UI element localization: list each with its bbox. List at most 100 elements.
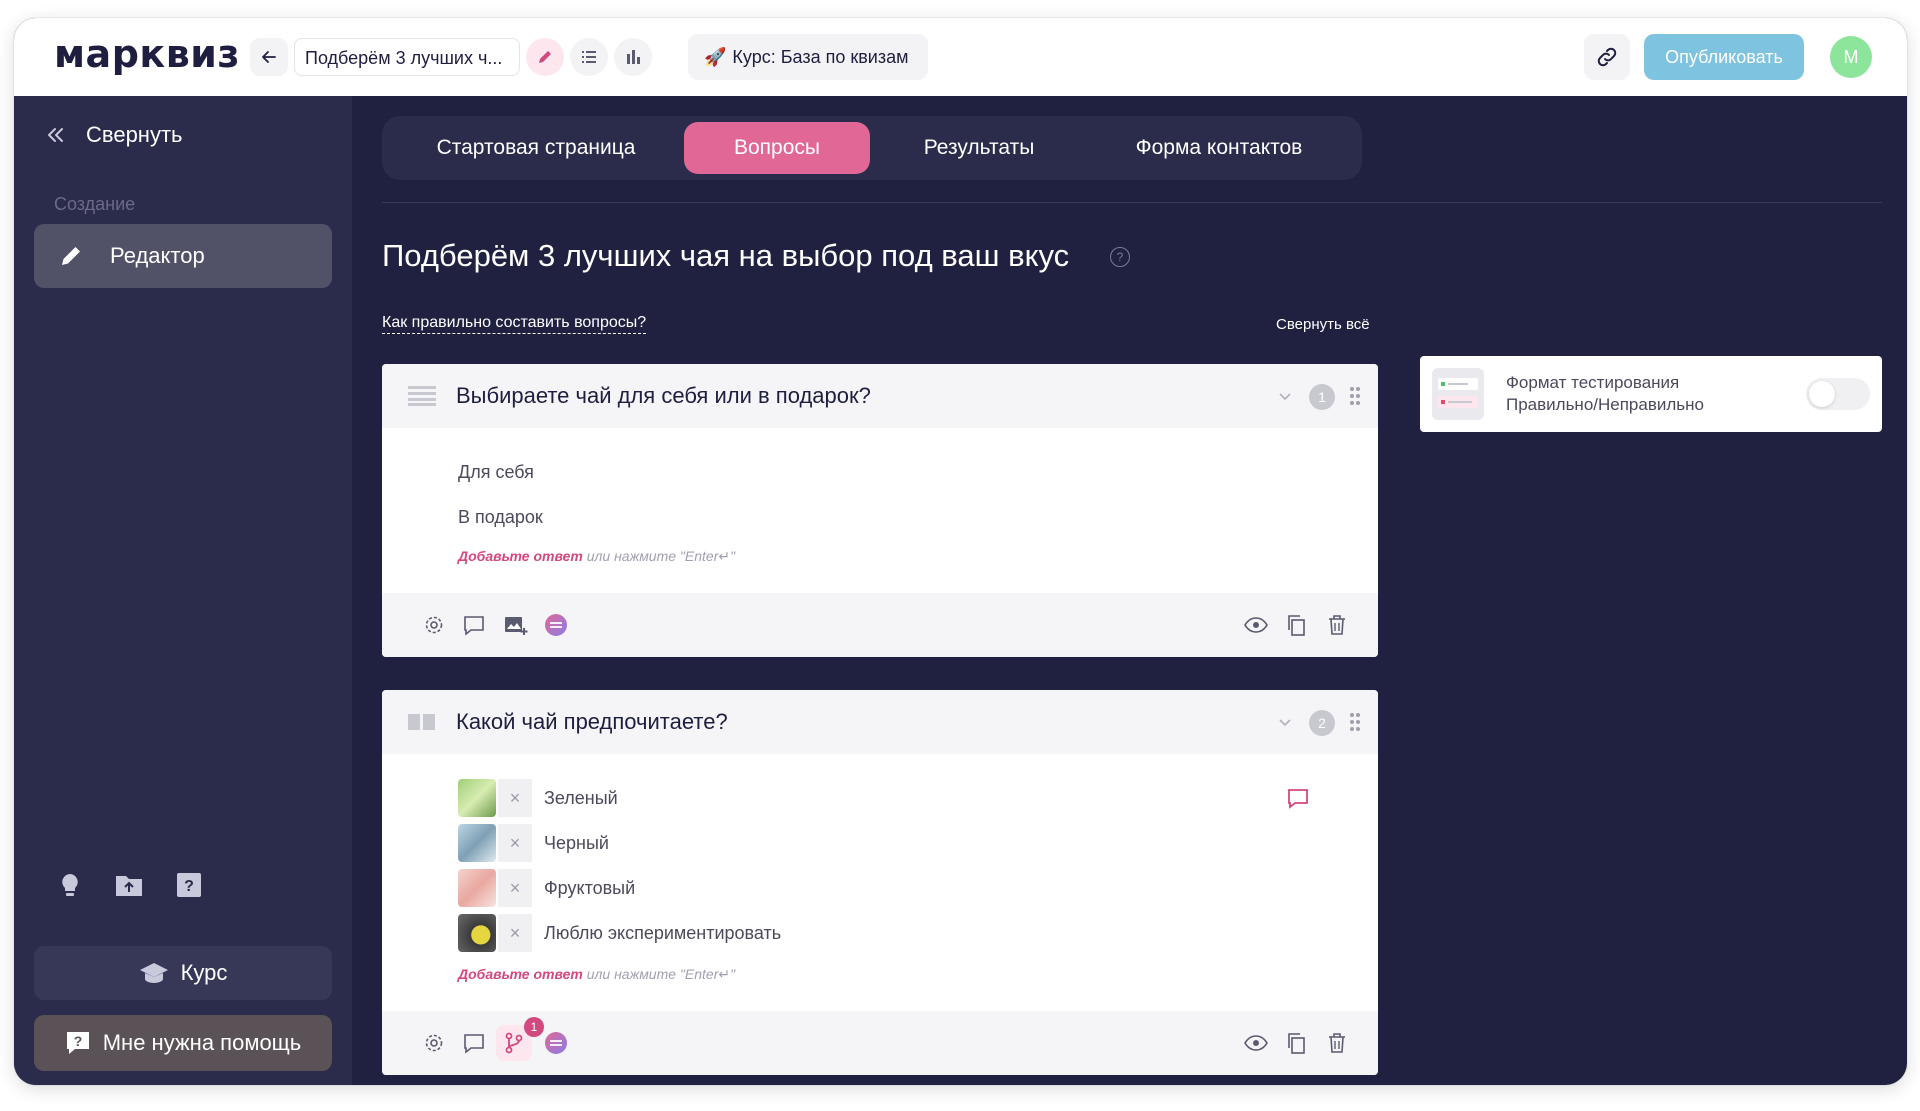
graduation-cap-icon [139,963,168,983]
statistics-button[interactable] [614,38,652,76]
question-title[interactable]: Какой чай предпочитаете? [456,709,728,735]
edit-mode-button[interactable] [526,38,564,76]
answer-label[interactable]: Люблю экспериментировать [544,923,781,944]
comment-icon[interactable] [462,613,486,637]
image-answer-option[interactable]: × Черный [458,824,609,862]
howto-link[interactable]: Как правильно составить вопросы? [382,314,647,334]
question-number: 1 [1309,384,1335,410]
chevron-down-icon[interactable] [1277,388,1293,404]
collapse-all-button[interactable]: Свернуть всё [1276,316,1370,333]
tab-contact-form[interactable]: Форма контактов [1088,122,1350,174]
answer-thumbnail[interactable] [458,869,496,907]
sidebar: Свернуть Создание Редактор ? Курс ? Мне … [14,96,352,1085]
add-answer-line[interactable]: Добавьте ответ или нажмите "Enter↵" [458,966,735,983]
testing-format-title: Формат тестирования [1506,373,1680,392]
answer-option[interactable]: Для себя [458,462,534,483]
settings-icon[interactable] [422,1031,446,1055]
divider [382,202,1882,203]
remove-image-icon[interactable]: × [498,824,532,862]
help-button-label: Мне нужна помощь [102,1030,302,1055]
testing-format-toggle[interactable] [1806,378,1870,410]
course-chip[interactable]: 🚀 Курс: База по квизам [688,34,928,80]
link-icon [1597,47,1617,67]
answer-thumbnail[interactable] [458,779,496,817]
page-title[interactable]: Подберём 3 лучших чая на выбор под ваш в… [382,238,1069,274]
publish-button[interactable]: Опубликовать [1644,34,1804,80]
help-icon[interactable]: ? [1110,247,1130,267]
question-header[interactable]: Какой чай предпочитаете? 2 [382,690,1378,754]
lightbulb-icon[interactable] [58,872,82,900]
question-card: Какой чай предпочитаете? 2 × Зеленый × Ч… [382,690,1378,1075]
add-answer-link[interactable]: Добавьте ответ [458,548,583,564]
trash-icon[interactable] [1325,613,1349,637]
image-choice-type-icon [408,714,435,730]
tab-questions[interactable]: Вопросы [684,122,870,174]
pencil-icon [62,247,80,265]
answer-thumbnail[interactable] [458,914,496,952]
rocket-icon: 🚀 [704,46,727,67]
remove-image-icon[interactable]: × [498,914,532,952]
collapse-label: Свернуть [86,122,183,147]
testing-format-text: Формат тестирования Правильно/Неправильн… [1506,372,1704,416]
tab-results[interactable]: Результаты [870,122,1088,174]
testing-format-thumbnail [1432,368,1484,420]
copy-icon[interactable] [1284,1031,1308,1055]
logo[interactable]: марквиз [54,32,240,76]
image-answer-option[interactable]: × Зеленый [458,779,618,817]
drag-handle-icon[interactable] [1349,712,1361,732]
add-answer-line[interactable]: Добавьте ответ или нажмите "Enter↵" [458,548,735,565]
question-title[interactable]: Выбираете чай для себя или в подарок? [456,383,871,409]
top-header: марквиз Подберём 3 лучших ч... 🚀 Курс: Б… [14,18,1907,96]
answer-label[interactable]: Фруктовый [544,878,635,899]
course-button-label: Курс [180,960,228,985]
branch-count-badge: 1 [524,1017,544,1037]
image-answer-option[interactable]: × Люблю экспериментировать [458,914,781,952]
tab-start-page[interactable]: Стартовая страница [388,122,684,174]
pencil-icon [539,51,551,63]
add-answer-hint: или нажмите "Enter↵" [586,548,736,564]
course-button[interactable]: Курс [34,946,332,1000]
branch-icon[interactable] [502,1031,526,1055]
share-link-button[interactable] [1584,34,1630,80]
ai-assistant-icon[interactable] [544,613,568,637]
comment-icon[interactable] [462,1031,486,1055]
quiz-title-field[interactable]: Подберём 3 лучших ч... [294,38,520,76]
svg-text:?: ? [73,1033,82,1049]
answer-label[interactable]: Черный [544,833,609,854]
answer-thumbnail[interactable] [458,824,496,862]
question-header[interactable]: Выбираете чай для себя или в подарок? 1 [382,364,1378,428]
answer-option[interactable]: В подарок [458,507,543,528]
answer-label[interactable]: Зеленый [544,788,618,809]
list-view-button[interactable] [570,38,608,76]
back-button[interactable] [250,38,288,76]
testing-format-card: Формат тестирования Правильно/Неправильн… [1420,356,1882,432]
preview-icon[interactable] [1244,613,1268,637]
comment-icon[interactable] [1287,787,1309,809]
add-answer-hint: или нажмите "Enter↵" [586,966,736,982]
settings-icon[interactable] [422,613,446,637]
preview-icon[interactable] [1244,1031,1268,1055]
image-answer-option[interactable]: × Фруктовый [458,869,635,907]
help-button[interactable]: ? Мне нужна помощь [34,1015,332,1071]
remove-image-icon[interactable]: × [498,779,532,817]
double-chevron-left-icon [48,128,63,142]
ai-assistant-icon[interactable] [544,1031,568,1055]
sidebar-item-editor[interactable]: Редактор [34,224,332,288]
question-box-icon[interactable]: ? [176,872,202,898]
remove-image-icon[interactable]: × [498,869,532,907]
bar-chart-icon [627,50,640,64]
copy-icon[interactable] [1284,613,1308,637]
add-image-icon[interactable] [504,613,528,637]
sidebar-item-label: Редактор [110,243,205,268]
drag-handle-icon[interactable] [1349,386,1361,406]
add-answer-link[interactable]: Добавьте ответ [458,966,583,982]
chevron-down-icon[interactable] [1277,714,1293,730]
section-tabs: Стартовая страница Вопросы Результаты Фо… [382,116,1362,180]
collapse-sidebar-button[interactable]: Свернуть [44,122,183,148]
avatar[interactable]: М [1830,36,1872,78]
toggle-knob [1809,381,1835,407]
question-card: Выбираете чай для себя или в подарок? 1 … [382,364,1378,657]
list-icon [582,51,596,63]
folder-upload-icon[interactable] [114,872,144,898]
trash-icon[interactable] [1325,1031,1349,1055]
